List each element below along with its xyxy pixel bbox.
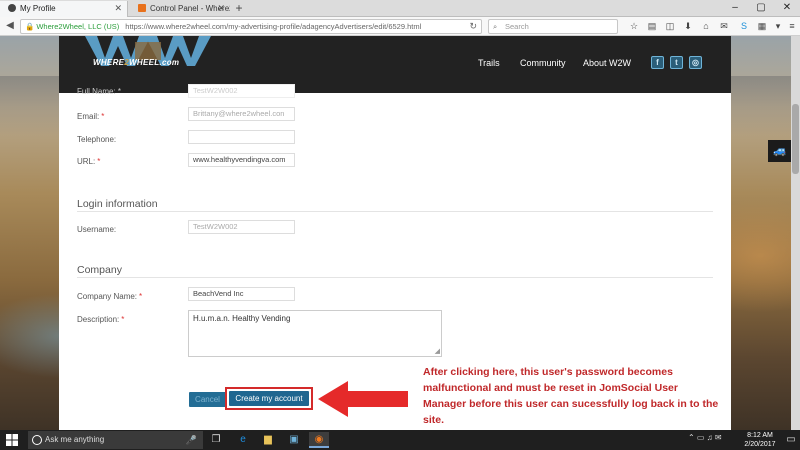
- nav-community[interactable]: Community: [520, 58, 566, 68]
- home-icon[interactable]: ⌂: [700, 20, 712, 32]
- bookmark-star-icon[interactable]: ☆: [628, 20, 640, 32]
- create-account-button[interactable]: Create my account: [229, 391, 309, 406]
- edge-browser-icon[interactable]: e: [233, 432, 253, 448]
- tab-my-profile[interactable]: My Profile ✕: [0, 1, 128, 17]
- search-placeholder: Search: [505, 22, 529, 31]
- url-field[interactable]: www.healthyvendingva.com: [188, 153, 295, 167]
- site-identity: Where2Wheel, LLC (US): [36, 22, 120, 31]
- url-label: URL: *: [77, 157, 101, 166]
- tab-strip: My Profile ✕ Control Panel - Where2W... …: [0, 0, 800, 17]
- minimize-button[interactable]: –: [722, 0, 748, 17]
- logo-text: WHERE2WHEEL.com: [93, 58, 180, 67]
- username-label: Username:: [77, 225, 117, 234]
- tab-title: My Profile: [20, 4, 56, 13]
- nav-trails[interactable]: Trails: [478, 58, 500, 68]
- task-view-icon[interactable]: ❐: [206, 432, 226, 448]
- search-icon: ⌕: [493, 22, 498, 31]
- joomla-favicon-icon: [138, 4, 146, 12]
- reader-list-icon[interactable]: ▤: [646, 20, 658, 32]
- login-section-title: Login information: [77, 198, 158, 210]
- annotation-arrow-icon: [318, 381, 408, 417]
- section-divider: [77, 277, 713, 278]
- close-tab-icon[interactable]: ✕: [217, 1, 225, 16]
- clock-date: 2/20/2017: [744, 441, 776, 448]
- page-scrollbar[interactable]: [791, 36, 800, 430]
- email-field[interactable]: Brittany@where2wheel.con: [188, 107, 295, 121]
- pocket-icon[interactable]: ◫: [664, 20, 676, 32]
- username-field[interactable]: TestW2W002: [188, 220, 295, 234]
- clock-time: 8:12 AM: [747, 432, 773, 439]
- resize-grip-icon[interactable]: ◢: [435, 348, 440, 355]
- description-label: Description: *: [77, 315, 125, 324]
- annotation-text: After clicking here, this user's passwor…: [423, 366, 719, 426]
- firefox-icon[interactable]: ◉: [309, 432, 329, 448]
- windows-start-icon[interactable]: [6, 434, 18, 446]
- close-tab-icon[interactable]: ✕: [114, 1, 122, 16]
- microphone-icon[interactable]: 🎤: [186, 431, 197, 449]
- new-tab-button[interactable]: +: [232, 0, 246, 17]
- full-name-field[interactable]: TestW2W002: [188, 84, 295, 98]
- company-name-label: Company Name: *: [77, 292, 143, 301]
- facebook-icon[interactable]: f: [651, 56, 664, 69]
- reload-icon[interactable]: ↻: [469, 20, 477, 33]
- app-icon[interactable]: ▣: [284, 432, 304, 448]
- twitter-icon[interactable]: t: [670, 56, 683, 69]
- skype-icon[interactable]: S: [738, 20, 750, 32]
- download-icon[interactable]: ⬇: [682, 20, 694, 32]
- company-section-title: Company: [77, 264, 122, 276]
- cortana-search-input[interactable]: Ask me anything 🎤: [28, 431, 203, 449]
- search-input[interactable]: ⌕ Search: [488, 19, 618, 34]
- address-bar[interactable]: 🔒 Where2Wheel, LLC (US) https://www.where2…: [20, 19, 482, 34]
- file-explorer-icon[interactable]: ▆: [258, 432, 278, 448]
- site-favicon-icon: [8, 4, 16, 12]
- url-text: https://www.where2wheel.com/my-advertisi…: [125, 22, 422, 31]
- cortana-placeholder: Ask me anything: [45, 435, 105, 444]
- tab-control-panel[interactable]: Control Panel - Where2W... ✕: [130, 1, 230, 17]
- instagram-icon[interactable]: ◎: [689, 56, 702, 69]
- notifications-icon[interactable]: ▭: [781, 432, 800, 448]
- email-label: Email: *: [77, 112, 105, 121]
- nav-about[interactable]: About W2W: [583, 58, 631, 68]
- maximize-button[interactable]: ▢: [748, 0, 774, 17]
- browser-toolbar: ◀ 🔒 Where2Wheel, LLC (US) https://www.wher…: [0, 17, 800, 36]
- company-name-field[interactable]: BeachVend Inc: [188, 287, 295, 301]
- vehicle-icon[interactable]: 🚙: [768, 140, 792, 162]
- extension-icon[interactable]: ✉: [718, 20, 730, 32]
- scrollbar-thumb[interactable]: [792, 104, 799, 174]
- description-textarea[interactable]: H.u.m.a.n. Healthy Vending ◢: [188, 310, 442, 357]
- back-arrow-icon[interactable]: ◀: [3, 19, 17, 33]
- windows-taskbar: Ask me anything 🎤 ❐ e ▆ ▣ ◉ ⌃ ▭ ♫ ✉ 8:12…: [0, 430, 800, 450]
- system-tray-icons[interactable]: ⌃ ▭ ♫ ✉: [688, 433, 722, 442]
- screenshot-icon[interactable]: ▦: [756, 20, 768, 32]
- lock-icon: 🔒: [25, 22, 35, 31]
- close-window-button[interactable]: ✕: [774, 0, 800, 17]
- site-header: WHERE2WHEEL.com Trails Community About W…: [59, 36, 731, 93]
- full-name-label: Full Name: *: [77, 87, 122, 96]
- telephone-field[interactable]: [188, 130, 295, 144]
- cortana-icon: [32, 435, 42, 445]
- extension-shield-icon[interactable]: ▾: [772, 20, 784, 32]
- telephone-label: Telephone:: [77, 135, 117, 144]
- system-clock[interactable]: 8:12 AM 2/20/2017: [740, 431, 780, 449]
- cancel-button[interactable]: Cancel: [189, 392, 226, 407]
- description-text: H.u.m.a.n. Healthy Vending: [193, 314, 291, 323]
- menu-icon[interactable]: ≡: [786, 20, 798, 32]
- section-divider: [77, 211, 713, 212]
